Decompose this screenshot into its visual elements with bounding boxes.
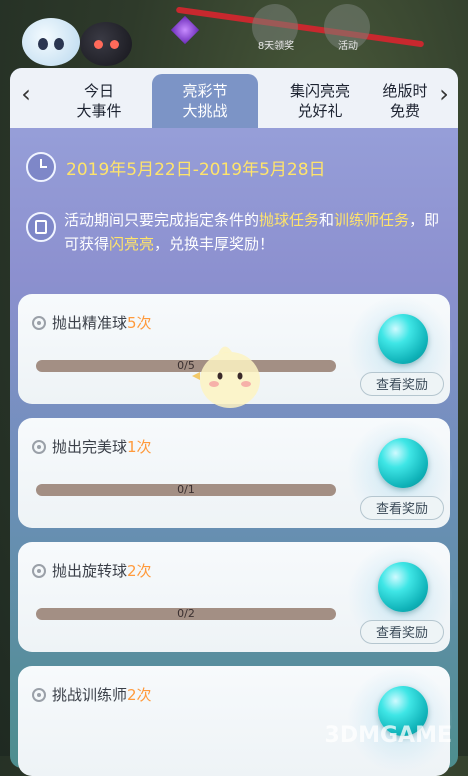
daily-reward-label: 8天领奖: [257, 41, 295, 52]
tab-collect-shiny[interactable]: 集闪亮亮 兑好礼: [264, 74, 376, 128]
reward-orb-icon: [378, 438, 428, 488]
event-date-row: 2019年5月22日-2019年5月28日: [26, 152, 326, 182]
task-title: 挑战训练师2次: [52, 684, 152, 705]
tab-line1: 绝版时: [382, 82, 428, 100]
pet-avatar-white[interactable]: [22, 18, 80, 66]
task-card: 抛出完美球1次 0/1 查看奖励: [18, 418, 452, 528]
tab-line2: 大事件: [76, 102, 122, 120]
target-icon: [32, 316, 46, 330]
target-icon: [32, 688, 46, 702]
task-progress-bar: 0/1: [36, 483, 336, 496]
eye-icon: [94, 40, 103, 49]
clock-icon: [26, 152, 56, 182]
chick-mascot-icon: [192, 346, 260, 408]
task-title: 抛出旋转球2次: [52, 560, 152, 581]
event-description: 活动期间只要完成指定条件的抛球任务和训练师任务，即可获得闪亮亮，兑换丰厚奖励！: [64, 208, 444, 256]
task-name: 抛出精准球: [52, 314, 128, 332]
tab-line2: 免费: [389, 102, 420, 120]
tab-line1: 亮彩节: [182, 82, 228, 100]
task-title: 抛出精准球5次: [52, 312, 152, 333]
tab-today-events[interactable]: 今日 大事件: [44, 74, 154, 128]
progress-text: 0/1: [177, 483, 195, 496]
task-card: 抛出旋转球2次 0/2 查看奖励: [18, 542, 452, 652]
watermark-logo: 3DMGAME: [324, 723, 452, 748]
daily-reward-icon[interactable]: 8天领奖: [252, 4, 298, 52]
activity-icon[interactable]: 活动: [324, 4, 370, 52]
tab-line2: 大挑战: [182, 102, 228, 120]
desc-text: 和: [319, 211, 335, 229]
task-progress-bar: 0/2: [36, 607, 336, 620]
target-icon: [32, 564, 46, 578]
task-count: 2次: [127, 686, 152, 704]
pet-avatar-black[interactable]: [80, 22, 132, 66]
tab-line1: 今日: [83, 82, 114, 100]
chevron-right-icon[interactable]: ›: [432, 80, 456, 108]
document-icon: [26, 212, 56, 242]
task-title: 抛出完美球1次: [52, 436, 152, 457]
view-reward-button[interactable]: 查看奖励: [360, 372, 444, 396]
activity-label: 活动: [338, 41, 358, 52]
task-name: 抛出完美球: [52, 438, 128, 456]
reward-orb-icon: [378, 314, 428, 364]
task-card: 挑战训练师2次: [18, 666, 452, 776]
eye-icon: [54, 38, 64, 50]
tab-color-festival-challenge[interactable]: 亮彩节 大挑战: [152, 74, 258, 128]
event-date-range: 2019年5月22日-2019年5月28日: [66, 159, 326, 180]
desc-text: 活动期间只要完成指定条件的: [64, 211, 260, 229]
chevron-left-icon[interactable]: ‹: [14, 80, 38, 108]
desc-text: ，兑换丰厚奖励！: [154, 235, 275, 253]
target-icon: [32, 440, 46, 454]
desc-highlight-shiny: 闪亮亮: [109, 235, 155, 253]
task-name: 抛出旋转球: [52, 562, 128, 580]
view-reward-button[interactable]: 查看奖励: [360, 620, 444, 644]
tab-limited-free[interactable]: 绝版时 免费: [378, 74, 432, 128]
task-count: 5次: [127, 314, 152, 332]
progress-text: 0/5: [177, 359, 195, 372]
task-progress-bar: 0/5: [36, 359, 336, 372]
event-panel: ‹ 今日 大事件 亮彩节 大挑战 集闪亮亮 兑好礼 绝版时 免费 › 2019年…: [10, 68, 458, 776]
reward-orb-icon: [378, 562, 428, 612]
view-reward-button[interactable]: 查看奖励: [360, 496, 444, 520]
eye-icon: [38, 38, 48, 50]
eye-icon: [110, 40, 119, 49]
task-name: 挑战训练师: [52, 686, 128, 704]
task-count: 1次: [127, 438, 152, 456]
tab-line1: 集闪亮亮: [289, 82, 350, 100]
top-hud: 8天领奖 活动: [0, 0, 468, 70]
task-count: 2次: [127, 562, 152, 580]
tab-bar: ‹ 今日 大事件 亮彩节 大挑战 集闪亮亮 兑好礼 绝版时 免费 ›: [10, 68, 458, 128]
progress-text: 0/2: [177, 607, 195, 620]
desc-highlight-trainer-task: 训练师任务: [334, 211, 410, 229]
tab-line2: 兑好礼: [297, 102, 343, 120]
desc-highlight-throw-task: 抛球任务: [259, 211, 320, 229]
gem-icon: [170, 15, 200, 45]
